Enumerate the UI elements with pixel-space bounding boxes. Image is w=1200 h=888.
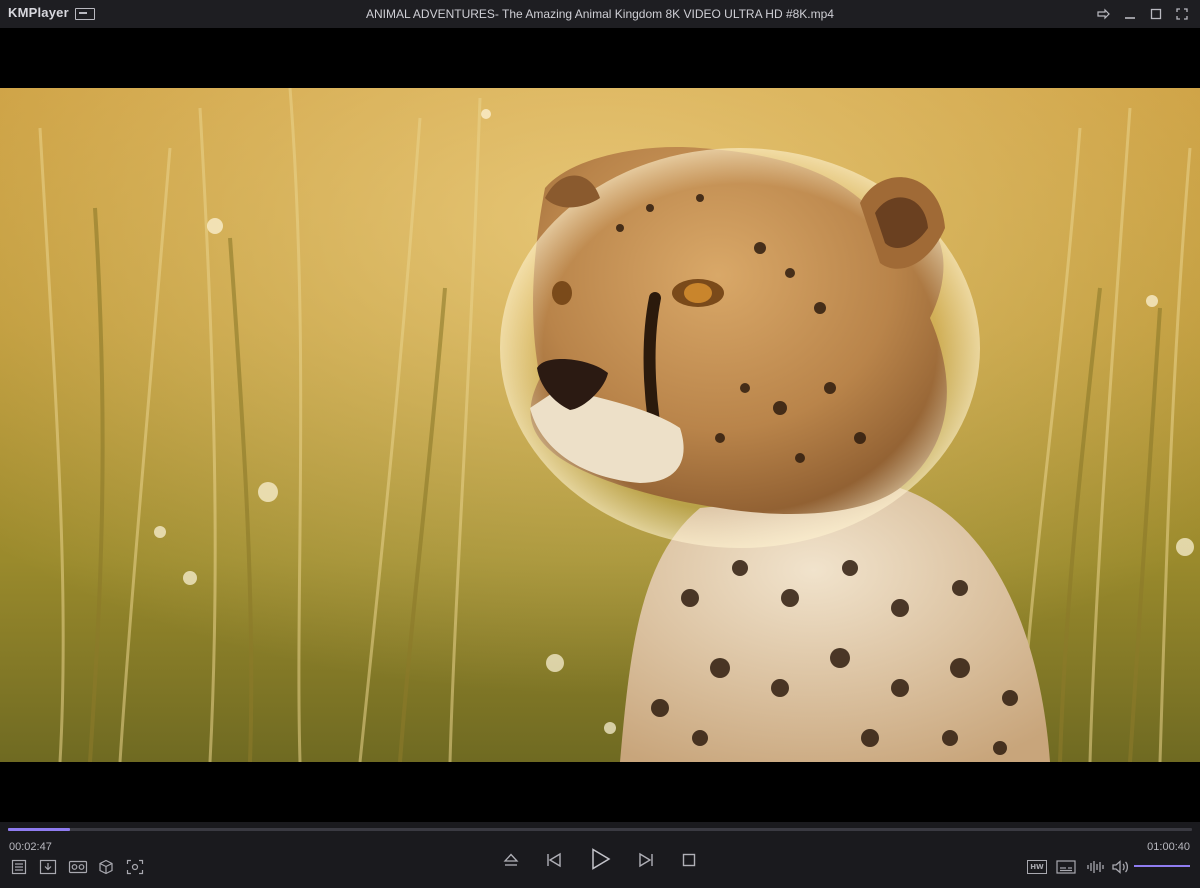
playlist-icon[interactable] (10, 858, 28, 876)
seek-progress (8, 828, 70, 831)
volume-icon[interactable] (1110, 858, 1130, 876)
vr-icon[interactable] (67, 858, 89, 876)
total-time[interactable]: 01:00:40 (1147, 841, 1190, 853)
window-controls (1094, 4, 1192, 24)
play-icon[interactable] (587, 846, 613, 872)
capture-icon[interactable] (125, 858, 145, 876)
volume-level (1134, 865, 1190, 867)
video-area[interactable] (0, 28, 1200, 822)
download-icon[interactable] (38, 858, 58, 876)
volume-slider[interactable] (1134, 865, 1190, 867)
current-time: 00:02:47 (9, 841, 52, 853)
3d-cube-icon[interactable] (97, 858, 115, 876)
eject-icon[interactable] (502, 850, 520, 870)
pin-icon[interactable] (1094, 4, 1114, 24)
video-image (0, 88, 1200, 762)
seek-bar[interactable] (8, 828, 1192, 831)
video-frame[interactable] (0, 88, 1200, 762)
subtitle-icon[interactable] (1055, 859, 1077, 875)
maximize-icon[interactable] (1146, 4, 1166, 24)
fullscreen-icon[interactable] (1172, 4, 1192, 24)
title-bar: KMPlayer ANIMAL ADVENTURES- The Amazing … (0, 0, 1200, 28)
equalizer-icon[interactable] (1085, 858, 1105, 876)
previous-icon[interactable] (544, 850, 564, 870)
stop-icon[interactable] (679, 850, 699, 870)
minimize-icon[interactable] (1120, 4, 1140, 24)
control-bar: 00:02:47 01:00:40 HW (0, 822, 1200, 888)
hw-label: HW (1027, 860, 1047, 874)
window-title: ANIMAL ADVENTURES- The Amazing Animal Ki… (366, 7, 834, 21)
next-icon[interactable] (636, 850, 656, 870)
hw-decoder-icon[interactable]: HW (1026, 859, 1048, 875)
